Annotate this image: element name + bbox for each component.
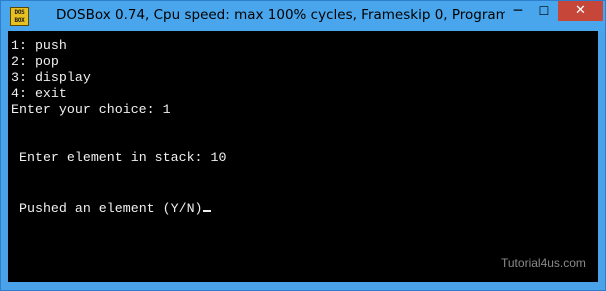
console-line: 1: push	[11, 38, 67, 53]
console-line: Pushed an element (Y/N)	[19, 201, 203, 216]
console-prompt-line: Pushed an element (Y/N)	[19, 198, 211, 217]
dosbox-icon[interactable]: DOS BOX	[10, 7, 29, 26]
console-line: 4: exit	[11, 86, 67, 101]
dosbox-window: DOS BOX DOSBox 0.74, Cpu speed: max 100%…	[0, 0, 606, 291]
console-line: 3: display	[11, 70, 91, 85]
text-cursor	[202, 198, 211, 212]
maximize-button[interactable]: ☐	[531, 1, 557, 21]
minimize-button[interactable]: ─	[505, 1, 531, 21]
window-title: DOSBox 0.74, Cpu speed: max 100% cycles,…	[56, 7, 514, 23]
console-line: 2: pop	[11, 54, 59, 69]
console-line: Enter your choice: 1	[11, 102, 171, 117]
console-line: Enter element in stack: 10	[19, 150, 227, 165]
watermark-text: Tutorial4us.com	[501, 256, 586, 270]
console-area[interactable]: 1: push 2: pop 3: display 4: exit Enter …	[8, 31, 598, 282]
close-button[interactable]: ✕	[558, 1, 603, 21]
title-bar[interactable]: DOS BOX DOSBox 0.74, Cpu speed: max 100%…	[1, 1, 605, 31]
